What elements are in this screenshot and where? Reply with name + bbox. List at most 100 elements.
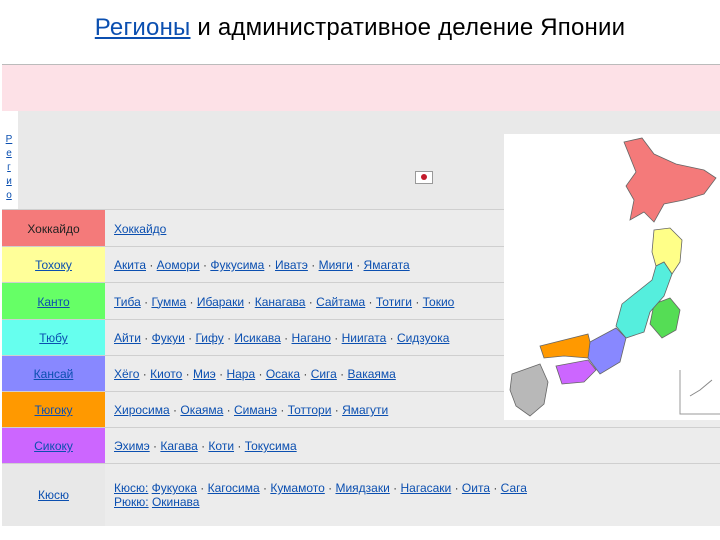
prefecture-link[interactable]: Хоккайдо: [114, 222, 166, 236]
region-label[interactable]: Кансай: [34, 367, 74, 381]
prefecture-link[interactable]: Токусима: [245, 439, 297, 453]
prefecture-list: Айти · Фукуи · Гифу · Исикава · Нагано ·…: [114, 331, 449, 345]
region-label[interactable]: Кюсю: [38, 488, 69, 502]
separator: ·: [184, 331, 196, 345]
prefecture-link[interactable]: Мияги: [319, 258, 353, 272]
prefecture-link[interactable]: Фукусима: [210, 258, 264, 272]
region-label[interactable]: Канто: [37, 295, 69, 309]
side-label-letter[interactable]: и: [4, 175, 14, 189]
separator: ·: [196, 481, 208, 495]
prefecture-link[interactable]: Аомори: [157, 258, 200, 272]
prefecture-link[interactable]: Ибараки: [197, 295, 244, 309]
prefectures-cell: Эхимэ · Кагава · Коти · Токусима: [114, 428, 720, 464]
side-label[interactable]: Регио: [4, 133, 14, 203]
map-shikoku: [555, 359, 597, 385]
prefecture-link[interactable]: Гумма: [151, 295, 186, 309]
prefecture-link[interactable]: Тоттори: [288, 403, 332, 417]
prefecture-link[interactable]: Вакаяма: [348, 367, 396, 381]
region-name[interactable]: Кансай: [2, 356, 105, 392]
prefecture-link[interactable]: Окаяма: [180, 403, 223, 417]
regions-link[interactable]: Регионы: [95, 14, 191, 41]
prefecture-link[interactable]: Исикава: [234, 331, 280, 345]
prefecture-link[interactable]: Рюкю:: [114, 495, 149, 509]
prefecture-link[interactable]: Эхимэ: [114, 439, 150, 453]
prefecture-link[interactable]: Оита: [462, 481, 490, 495]
separator: ·: [139, 367, 151, 381]
prefecture-link[interactable]: Иватэ: [275, 258, 308, 272]
prefecture-list: Хиросима · Окаяма · Симанэ · Тоттори · Я…: [114, 403, 388, 417]
prefecture-link[interactable]: Киото: [150, 367, 182, 381]
region-name[interactable]: Канто: [2, 283, 105, 320]
prefecture-link[interactable]: Ямагути: [342, 403, 388, 417]
separator: ·: [389, 481, 401, 495]
prefecture-link[interactable]: Хёго: [114, 367, 139, 381]
prefecture-link[interactable]: Гифу: [195, 331, 223, 345]
japan-flag-icon[interactable]: [415, 171, 433, 184]
prefecture-link[interactable]: Миядзаки: [335, 481, 389, 495]
prefecture-link[interactable]: Акита: [114, 258, 146, 272]
separator: ·: [140, 294, 152, 309]
prefecture-link[interactable]: Нагасаки: [400, 481, 451, 495]
region-name[interactable]: Кюсю: [2, 464, 105, 526]
separator: ·: [307, 258, 319, 272]
side-label-letter[interactable]: о: [4, 189, 14, 203]
region-name[interactable]: Тюгоку: [2, 392, 105, 428]
separator: ·: [300, 367, 311, 381]
table-row: Кюсю Кюсю: Фукуока · Кагосима · Кумамото …: [2, 463, 720, 526]
side-label-letter[interactable]: г: [4, 161, 14, 175]
separator: ·: [330, 331, 342, 345]
prefecture-link[interactable]: Осака: [266, 367, 300, 381]
map-chugoku: [539, 333, 591, 359]
separator: ·: [451, 481, 462, 495]
side-label-letter[interactable]: е: [4, 147, 14, 161]
prefecture-link[interactable]: Тиба: [114, 295, 141, 309]
prefecture-link[interactable]: Фукуи: [152, 331, 185, 345]
prefecture-link[interactable]: Фукуока: [152, 481, 197, 495]
prefecture-link[interactable]: Нагано: [292, 331, 331, 345]
prefecture-link[interactable]: Сага: [501, 481, 527, 495]
title-rest: и административное деление Японии: [190, 14, 626, 41]
prefecture-link[interactable]: Окинава: [152, 495, 200, 509]
prefecture-link[interactable]: Миэ: [193, 367, 216, 381]
separator: ·: [244, 294, 255, 309]
prefecture-link[interactable]: Сайтама: [316, 295, 365, 309]
prefecture-link[interactable]: Айти: [114, 331, 141, 345]
prefecture-link[interactable]: Ниигата: [342, 331, 387, 345]
separator: ·: [223, 403, 234, 417]
prefecture-link[interactable]: Кюсю:: [114, 481, 148, 495]
prefecture-link[interactable]: Коти: [208, 439, 234, 453]
prefecture-link[interactable]: Ямагата: [364, 258, 410, 272]
prefecture-link[interactable]: Токио: [423, 295, 455, 309]
region-name[interactable]: Тохоку: [2, 247, 105, 283]
side-label-letter[interactable]: Р: [4, 133, 14, 147]
region-name: Хоккайдо: [2, 210, 105, 247]
separator: ·: [169, 403, 181, 417]
region-label[interactable]: Тюбу: [39, 331, 67, 345]
prefecture-link[interactable]: Тотиги: [376, 295, 412, 309]
region-name[interactable]: Сикоку: [2, 428, 105, 464]
prefecture-link[interactable]: Кумамото: [270, 481, 324, 495]
prefecture-link[interactable]: Кагава: [160, 439, 197, 453]
prefecture-link[interactable]: Сидзуока: [397, 331, 449, 345]
map-hokkaido: [623, 137, 717, 223]
prefecture-link[interactable]: Кагосима: [208, 481, 260, 495]
prefecture-link[interactable]: Симанэ: [234, 403, 277, 417]
separator: ·: [199, 258, 211, 272]
table-row: Сикоку Эхимэ · Кагава · Коти · Токусима: [2, 427, 720, 464]
prefecture-link[interactable]: Нара: [226, 367, 255, 381]
separator: ·: [140, 331, 152, 345]
japan-map: [504, 134, 720, 420]
prefecture-list: Рюкю: Окинава: [114, 495, 199, 509]
separator: ·: [259, 481, 271, 495]
prefecture-link[interactable]: Хиросима: [114, 403, 170, 417]
prefecture-link[interactable]: Сига: [311, 367, 337, 381]
map-kyushu: [509, 363, 549, 417]
region-name[interactable]: Тюбу: [2, 320, 105, 356]
region-label[interactable]: Тюгоку: [35, 403, 73, 417]
region-label[interactable]: Сикоку: [34, 439, 73, 453]
separator: ·: [215, 367, 227, 381]
separator: ·: [149, 439, 161, 453]
prefecture-link[interactable]: Канагава: [255, 295, 306, 309]
region-label[interactable]: Тохоку: [35, 258, 72, 272]
prefecture-list: Акита · Аомори · Фукусима · Иватэ · Мияг…: [114, 258, 410, 272]
